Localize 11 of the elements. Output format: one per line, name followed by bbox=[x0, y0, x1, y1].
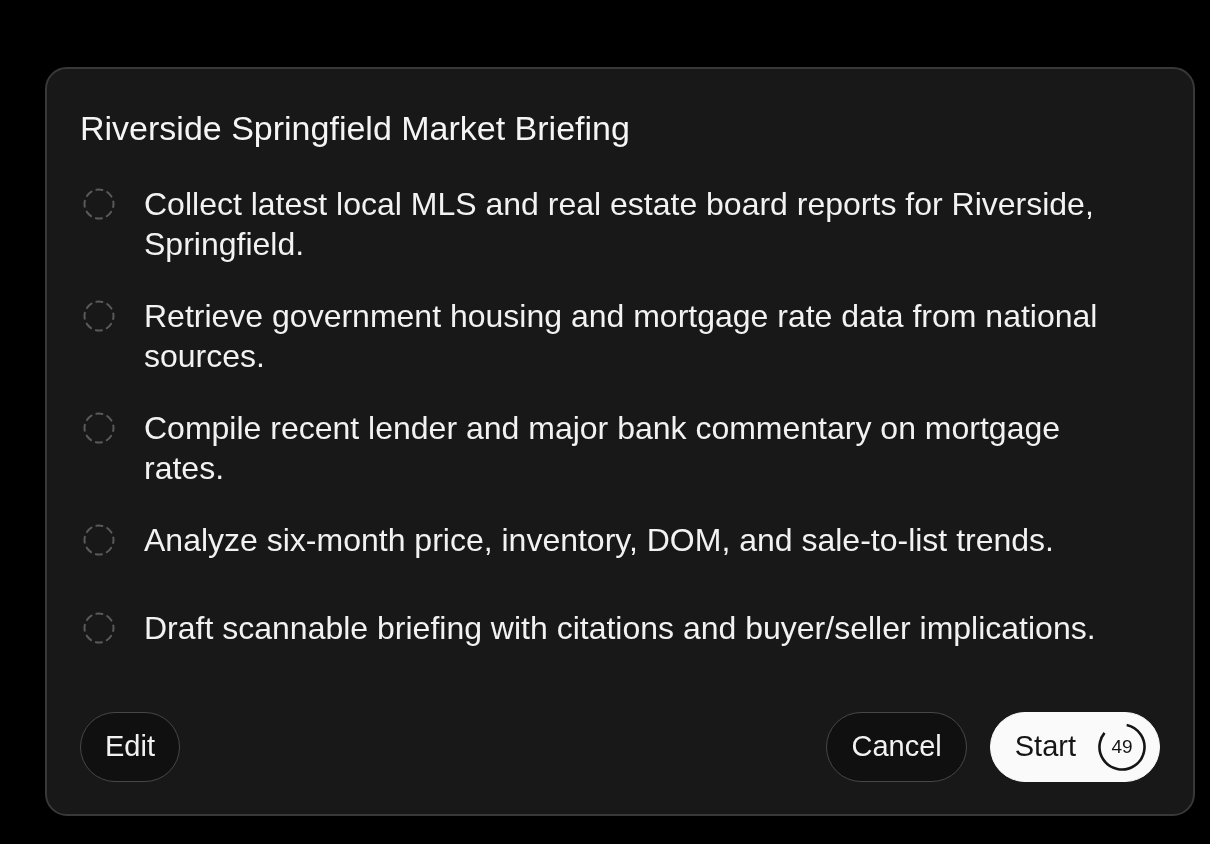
step-text: Compile recent lender and major bank commentary on mortgage rates. bbox=[144, 409, 1061, 488]
action-button[interactable]: Cancel bbox=[826, 712, 967, 782]
briefing-title: Riverside Springfield Market Briefing bbox=[80, 109, 631, 147]
step-text: Retrieve government housing and mortgage rate data from national sources. bbox=[144, 297, 1099, 376]
step-text: Draft scannable briefing with citations and buyer/seller implications. bbox=[144, 609, 1096, 648]
countdown-ring-icon bbox=[1098, 723, 1146, 771]
action-button[interactable]: Start 49 bbox=[989, 712, 1160, 782]
countdown-number: 49 bbox=[1111, 736, 1133, 758]
step-text: Analyze six-month price, inventory, DOM, and sale-to-list trends. bbox=[144, 521, 1054, 560]
step-text: Collect latest local MLS and real estate board reports for Riverside, Springfield. bbox=[144, 185, 1095, 264]
action-button[interactable]: Edit bbox=[80, 712, 180, 782]
